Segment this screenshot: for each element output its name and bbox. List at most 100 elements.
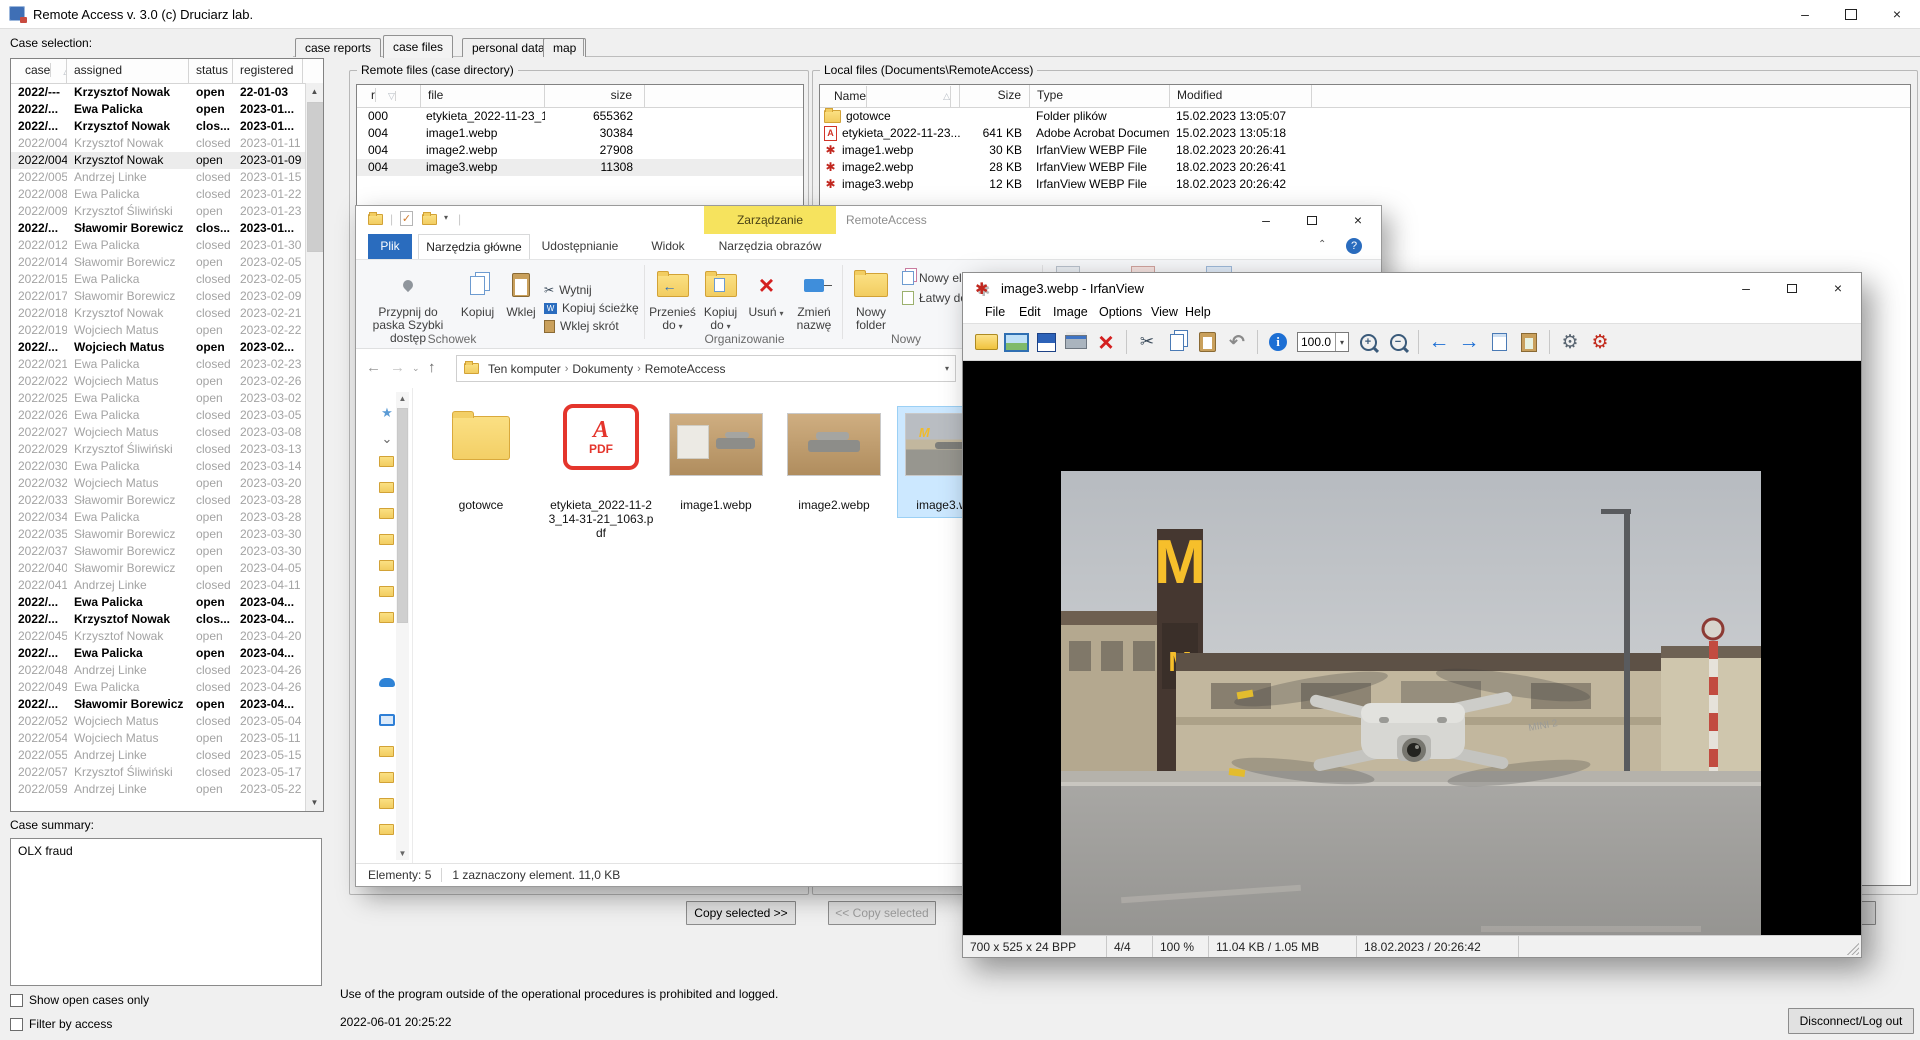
menu-edit[interactable]: Edit xyxy=(1019,305,1041,319)
local-file-row[interactable]: Aetykieta_2022-11-23... 641 KBAdobe Acro… xyxy=(820,125,1910,142)
delete-icon[interactable] xyxy=(1091,328,1121,356)
paste-icon[interactable] xyxy=(1192,328,1222,356)
case-row[interactable]: 2022/052Wojciech Matusclosed2023-05-04 xyxy=(11,713,323,730)
case-row[interactable]: 2022/008Ewa Palickaclosed2023-01-22 xyxy=(11,186,323,203)
show-open-cases-checkbox[interactable]: Show open cases only xyxy=(10,993,149,1007)
case-row[interactable]: 2022/018Krzysztof Nowakclosed2023-02-21 xyxy=(11,305,323,322)
open-folder-icon[interactable] xyxy=(971,328,1001,356)
menu-file[interactable]: File xyxy=(985,305,1005,319)
file-label[interactable]: image2.webp xyxy=(779,498,889,512)
case-row[interactable]: 2022/026Ewa Palickaclosed2023-03-05 xyxy=(11,407,323,424)
nav-folder-icon[interactable] xyxy=(379,772,394,783)
zoom-dropdown-icon[interactable]: ▾ xyxy=(1335,333,1348,351)
forward-icon[interactable]: → xyxy=(390,359,405,376)
nav-folder-icon[interactable] xyxy=(379,456,394,467)
case-row[interactable]: 2022/...Sławomir Borewiczopen2023-04... xyxy=(11,696,323,713)
breadcrumb-item[interactable]: Ten komputer xyxy=(488,362,561,376)
case-row[interactable]: 2022/030Ewa Palickaclosed2023-03-14 xyxy=(11,458,323,475)
explorer-close-button[interactable]: × xyxy=(1335,206,1381,234)
local-file-row[interactable]: ✱image1.webp 30 KBIrfanView WEBP File18.… xyxy=(820,142,1910,159)
qat-check-icon[interactable]: ✓ xyxy=(400,211,413,226)
case-row[interactable]: 2022/025Ewa Palickaopen2023-03-02 xyxy=(11,390,323,407)
case-row[interactable]: 2022/022Wojciech Matusopen2023-02-26 xyxy=(11,373,323,390)
nav-folder-icon[interactable] xyxy=(379,482,394,493)
up-icon[interactable]: ↑ xyxy=(428,359,436,376)
case-row[interactable]: 2022/054Wojciech Matusopen2023-05-11 xyxy=(11,730,323,747)
case-row[interactable]: 2022/017Sławomir Borewiczclosed2023-02-0… xyxy=(11,288,323,305)
file-label[interactable]: image1.webp xyxy=(661,498,771,512)
case-row[interactable]: 2022/033Sławomir Borewiczclosed2023-03-2… xyxy=(11,492,323,509)
copy-path-button[interactable]: WKopiuj ścieżkę xyxy=(544,300,639,316)
case-row[interactable]: 2022/...Wojciech Matusopen2023-02... xyxy=(11,339,323,356)
case-row[interactable]: 2022/005Andrzej Linkeclosed2023-01-15 xyxy=(11,169,323,186)
scrollbar-thumb[interactable] xyxy=(307,102,324,252)
tab-personal-data[interactable]: personal data xyxy=(462,38,555,57)
case-row[interactable]: 2022/...Ewa Palickaopen2023-04... xyxy=(11,594,323,611)
remote-file-row[interactable]: 000etykieta_2022-11-23_14-...655362 xyxy=(357,108,803,125)
file-label[interactable]: gotowce xyxy=(426,498,536,512)
case-row[interactable]: 2022/004Krzysztof Nowakclosed2023-01-11 xyxy=(11,135,323,152)
case-summary-box[interactable]: OLX fraud xyxy=(10,838,322,986)
remote-file-row[interactable]: 004image1.webp30384 xyxy=(357,125,803,142)
copy-icon[interactable] xyxy=(1162,328,1192,356)
ribbon-tab-udostepnianie[interactable]: Udostępnianie xyxy=(536,234,624,259)
nav-folder-icon[interactable] xyxy=(379,612,394,623)
case-row[interactable]: 2022/041Andrzej Linkeclosed2023-04-11 xyxy=(11,577,323,594)
menu-help[interactable]: Help xyxy=(1185,305,1211,319)
explorer-maximize-button[interactable] xyxy=(1289,206,1335,234)
nav-star-icon[interactable]: ★ xyxy=(379,406,395,419)
tab-case-reports[interactable]: case reports xyxy=(295,38,381,57)
qat-customize-icon[interactable]: ▾ xyxy=(444,213,448,222)
local-file-row[interactable]: ✱image3.webp 12 KBIrfanView WEBP File18.… xyxy=(820,176,1910,193)
nav-cloud-icon[interactable] xyxy=(379,678,395,687)
file-image2-thumbnail[interactable] xyxy=(787,413,881,476)
nav-folder-icon[interactable] xyxy=(379,508,394,519)
help-icon[interactable]: ? xyxy=(1346,238,1362,254)
local-file-row[interactable]: ✱image2.webp 28 KBIrfanView WEBP File18.… xyxy=(820,159,1910,176)
case-table[interactable]: case△ assigned status registered 2022/--… xyxy=(10,58,324,812)
case-row[interactable]: 2022/049Ewa Palickaclosed2023-04-26 xyxy=(11,679,323,696)
breadcrumb[interactable]: Ten komputer› Dokumenty› RemoteAccess ▾ xyxy=(456,355,956,382)
case-table-scrollbar[interactable]: ▲ ▼ xyxy=(305,83,323,811)
case-row[interactable]: 2022/012Ewa Palickaclosed2023-01-30 xyxy=(11,237,323,254)
qat-folder-icon[interactable] xyxy=(422,214,437,225)
copy-selected-to-remote-button[interactable]: << Copy selected xyxy=(828,901,936,925)
irfanview-maximize-button[interactable] xyxy=(1769,273,1815,303)
next-image-icon[interactable] xyxy=(1454,328,1484,356)
explorer-minimize-button[interactable]: – xyxy=(1243,206,1289,234)
zoom-level-input[interactable]: 100.0▾ xyxy=(1297,332,1349,352)
nav-folder-icon[interactable] xyxy=(379,746,394,757)
menu-image[interactable]: Image xyxy=(1053,305,1088,319)
case-row[interactable]: 2022/035Sławomir Borewiczopen2023-03-30 xyxy=(11,526,323,543)
maximize-button[interactable] xyxy=(1828,0,1874,28)
menu-view[interactable]: View xyxy=(1151,305,1178,319)
resize-grip[interactable] xyxy=(1847,943,1859,955)
recent-locations-icon[interactable]: ⌄ xyxy=(412,363,420,374)
local-files-header[interactable]: Name△ Size Type Modified xyxy=(820,85,1910,108)
ribbon-tab-widok[interactable]: Widok xyxy=(644,234,692,259)
ribbon-tab-narzedzia-obrazow[interactable]: Narzędzia obrazów xyxy=(704,234,836,259)
case-row[interactable]: 2022/027Wojciech Matusclosed2023-03-08 xyxy=(11,424,323,441)
breadcrumb-item[interactable]: Dokumenty xyxy=(572,362,633,376)
tab-case-files[interactable]: case files xyxy=(383,35,453,58)
nav-folder-icon[interactable] xyxy=(379,534,394,545)
qat-folder-icon[interactable] xyxy=(368,214,383,225)
ribbon-tab-narzedzia-glowne[interactable]: Narzędzia główne xyxy=(418,234,530,259)
case-row[interactable]: 2022/---Krzysztof Nowakopen22-01-03 xyxy=(11,84,323,101)
menu-options[interactable]: Options xyxy=(1099,305,1142,319)
tab-map[interactable]: map xyxy=(543,38,586,57)
case-row[interactable]: 2022/048Andrzej Linkeclosed2023-04-26 xyxy=(11,662,323,679)
case-row[interactable]: 2022/004Krzysztof Nowakopen2023-01-09 xyxy=(11,152,323,169)
case-row[interactable]: 2022/021Ewa Palickaclosed2023-02-23 xyxy=(11,356,323,373)
case-row[interactable]: 2022/014Sławomir Borewiczopen2023-02-05 xyxy=(11,254,323,271)
nav-folder-icon[interactable] xyxy=(379,560,394,571)
filter-by-access-checkbox[interactable]: Filter by access xyxy=(10,1017,112,1031)
remote-files-header[interactable]: r▽ file size xyxy=(357,85,803,108)
copy-file-icon[interactable] xyxy=(1484,328,1514,356)
case-row[interactable]: 2022/009Krzysztof Śliwińskiopen2023-01-2… xyxy=(11,203,323,220)
file-gotowce-folder-icon[interactable] xyxy=(452,416,510,460)
ribbon-tab-plik[interactable]: Plik xyxy=(368,234,412,259)
cut-icon[interactable] xyxy=(1132,328,1162,356)
checkbox-icon[interactable] xyxy=(10,1018,23,1031)
case-row[interactable]: 2022/...Krzysztof Nowakclos...2023-04... xyxy=(11,611,323,628)
